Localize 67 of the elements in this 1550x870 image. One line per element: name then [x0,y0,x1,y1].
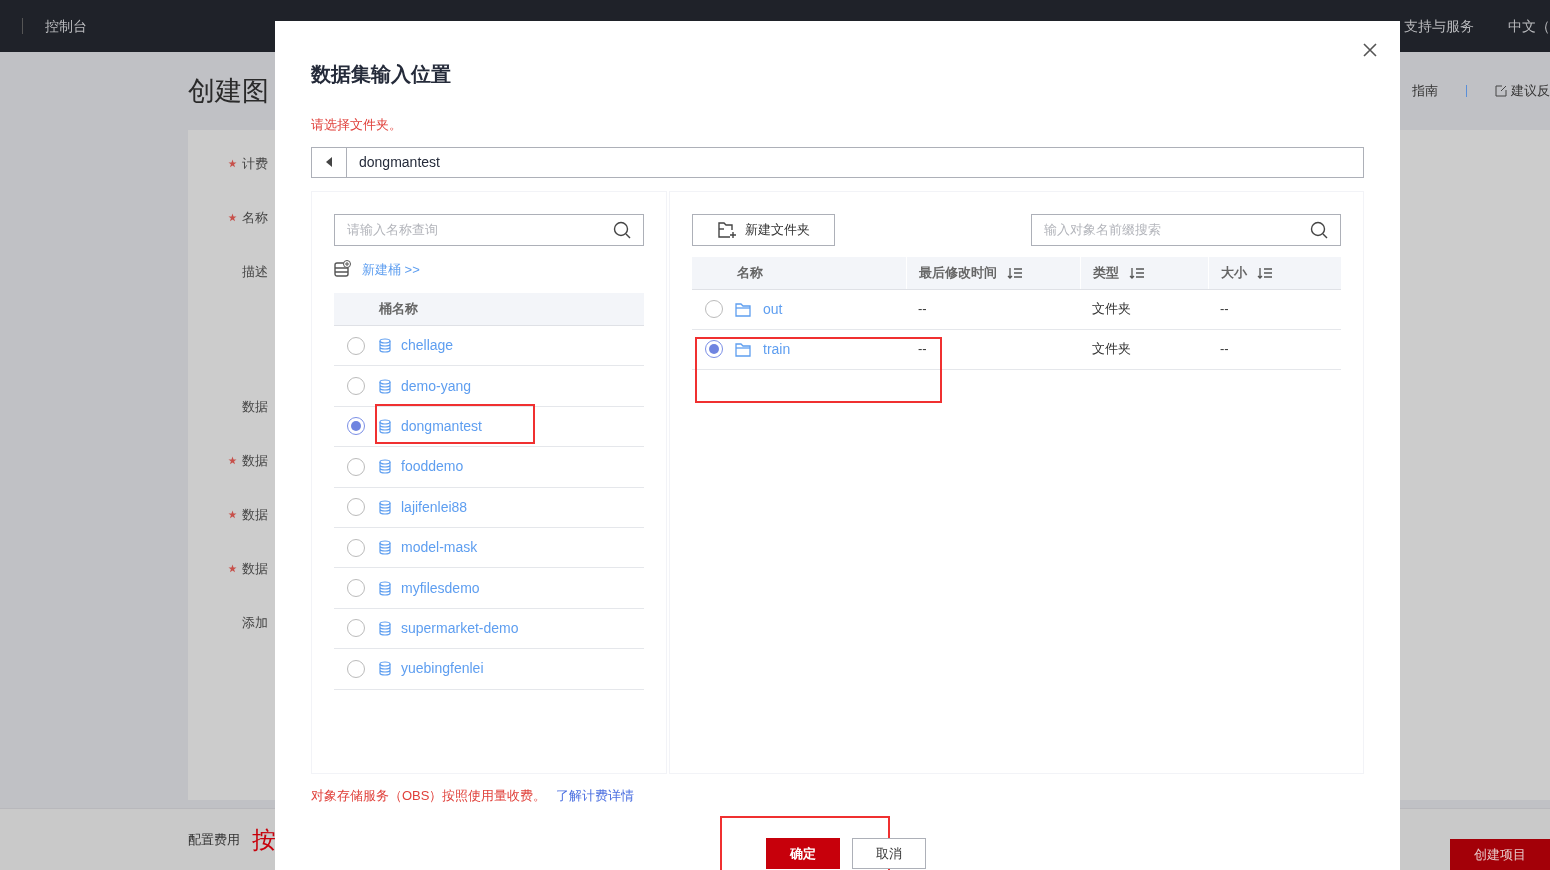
console-link[interactable]: 控制台 [45,15,87,37]
bucket-name[interactable]: demo-yang [401,375,472,397]
path-text: dongmantest [359,152,440,172]
folder-icon [735,341,751,357]
folder-icon [735,301,751,317]
bucket-icon [379,661,391,677]
bucket-icon [379,620,391,636]
close-button[interactable] [1362,42,1378,58]
field-label: 数据 [242,398,268,416]
caret-left-icon [326,157,332,167]
column-header[interactable]: 最后修改时间 [919,262,997,283]
folder-add-icon [717,220,737,239]
field-label: 名称 [242,209,268,227]
bucket-icon [379,540,391,556]
fee-label: 配置费用 [188,831,240,850]
billing-note: 对象存储服务（OBS）按照使用量收费。 [311,786,547,805]
table-cell-text: -- [1220,340,1229,359]
close-icon [1363,43,1377,57]
bucket-icon [379,459,391,475]
table-cell-text: 文件夹 [1092,340,1131,359]
field-label: 计费 [242,155,268,173]
billing-details-link[interactable]: 了解计费详情 [556,785,635,805]
bucket-icon [379,338,391,354]
bucket-name[interactable]: myfilesdemo [401,577,480,599]
bucket-name[interactable]: fooddemo [401,456,464,478]
search-icon [613,220,631,239]
edit-icon [1495,85,1507,97]
field-label: 添加 [242,614,268,632]
bucket-name[interactable]: chellage [401,335,454,357]
bucket-name[interactable]: yuebingfenlei [401,658,484,680]
nav-link[interactable]: 中文（ [1508,15,1550,37]
table-cell-text: -- [918,300,927,319]
confirm-button[interactable]: 确定 [765,838,840,869]
field-label: 描述 [242,263,268,281]
cancel-button[interactable]: 取消 [851,838,926,869]
hint-text: 请选择文件夹。 [311,116,403,134]
page-title: 创建图 [188,74,269,108]
bucket-name[interactable]: dongmantest [401,415,482,437]
price-text: 按 [252,825,276,855]
guide-link[interactable]: 指南 [1412,81,1438,101]
bucket-name[interactable]: lajifenlei88 [401,496,468,518]
bucket-icon [379,580,391,596]
nav-link[interactable]: 支持与服务 [1404,15,1474,37]
new-bucket-link[interactable]: 新建桶 >> [362,259,420,279]
bucket-icon [379,499,391,515]
folder-name[interactable]: out [763,298,783,320]
column-header[interactable]: 名称 [737,262,763,283]
column-header[interactable]: 大小 [1221,262,1247,283]
feedback-link[interactable]: 建议反 [1495,81,1550,101]
create-project-button[interactable]: 创建项目 [1450,839,1550,870]
search-icon [1310,220,1328,239]
column-header[interactable]: 类型 [1093,262,1119,283]
table-cell-text: 文件夹 [1092,300,1131,319]
bucket-name[interactable]: supermarket-demo [401,617,519,639]
table-cell-text: -- [918,340,927,359]
bucket-icon [379,378,391,394]
table-header: 桶名称 [334,293,644,326]
new-folder-button[interactable]: 新建文件夹 [692,213,835,246]
bucket-name[interactable]: model-mask [401,537,478,559]
folder-name[interactable]: train [763,338,791,360]
dialog-title: 数据集输入位置 [311,62,452,87]
bucket-add-icon [334,260,352,279]
field-label: 数据 [242,560,268,578]
bucket-icon [379,418,391,434]
field-label: 数据 [242,506,268,524]
table-cell-text: -- [1220,300,1229,319]
field-label: 数据 [242,452,268,470]
